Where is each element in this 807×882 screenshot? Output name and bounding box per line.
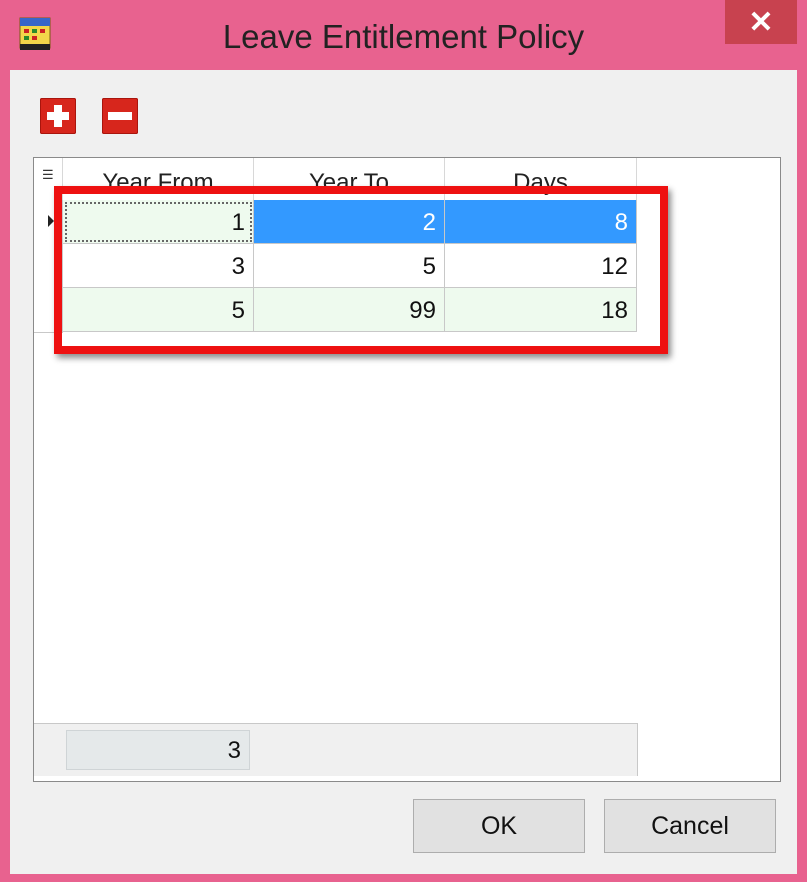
window-title: Leave Entitlement Policy — [222, 18, 585, 55]
remove-row-button[interactable] — [102, 98, 138, 134]
table-row[interactable]: 5 99 18 — [34, 288, 637, 333]
table-row[interactable]: 1 2 8 — [34, 200, 637, 245]
cell-year-to[interactable]: 2 — [254, 200, 445, 244]
current-row-indicator-icon — [48, 215, 54, 227]
dialog-client-area: ☰ Year From Year To Days 1 2 8 3 5 12 5 … — [10, 70, 797, 874]
add-row-button[interactable] — [40, 98, 76, 134]
cancel-button[interactable]: Cancel — [604, 799, 776, 853]
cell-days[interactable]: 18 — [445, 288, 637, 332]
cell-year-from[interactable]: 1 — [63, 200, 254, 244]
title-bar: Leave Entitlement Policy ✕ — [0, 0, 807, 70]
cell-days[interactable]: 12 — [445, 244, 637, 288]
list-icon: ☰ — [42, 167, 54, 182]
row-header[interactable] — [34, 244, 63, 289]
grid-header-row: ☰ Year From Year To Days — [34, 158, 637, 200]
row-count-summary: 3 — [66, 730, 250, 770]
cell-year-from[interactable]: 3 — [63, 244, 254, 288]
table-row[interactable]: 3 5 12 — [34, 244, 637, 289]
cell-year-from[interactable]: 5 — [63, 288, 254, 332]
cell-year-to[interactable]: 5 — [254, 244, 445, 288]
cell-days[interactable]: 8 — [445, 200, 637, 244]
column-header-year-from[interactable]: Year From — [63, 158, 254, 200]
row-header[interactable] — [34, 288, 63, 333]
row-header[interactable] — [34, 200, 63, 245]
column-chooser-button[interactable]: ☰ — [34, 158, 63, 200]
close-icon: ✕ — [748, 5, 774, 39]
cell-year-to[interactable]: 99 — [254, 288, 445, 332]
ok-button[interactable]: OK — [413, 799, 585, 853]
grid-footer-row: 3 — [34, 723, 638, 776]
close-button[interactable]: ✕ — [725, 0, 797, 44]
entitlement-grid[interactable]: ☰ Year From Year To Days 1 2 8 3 5 12 5 … — [33, 157, 781, 782]
column-header-year-to[interactable]: Year To — [254, 158, 445, 200]
column-header-days[interactable]: Days — [445, 158, 637, 200]
